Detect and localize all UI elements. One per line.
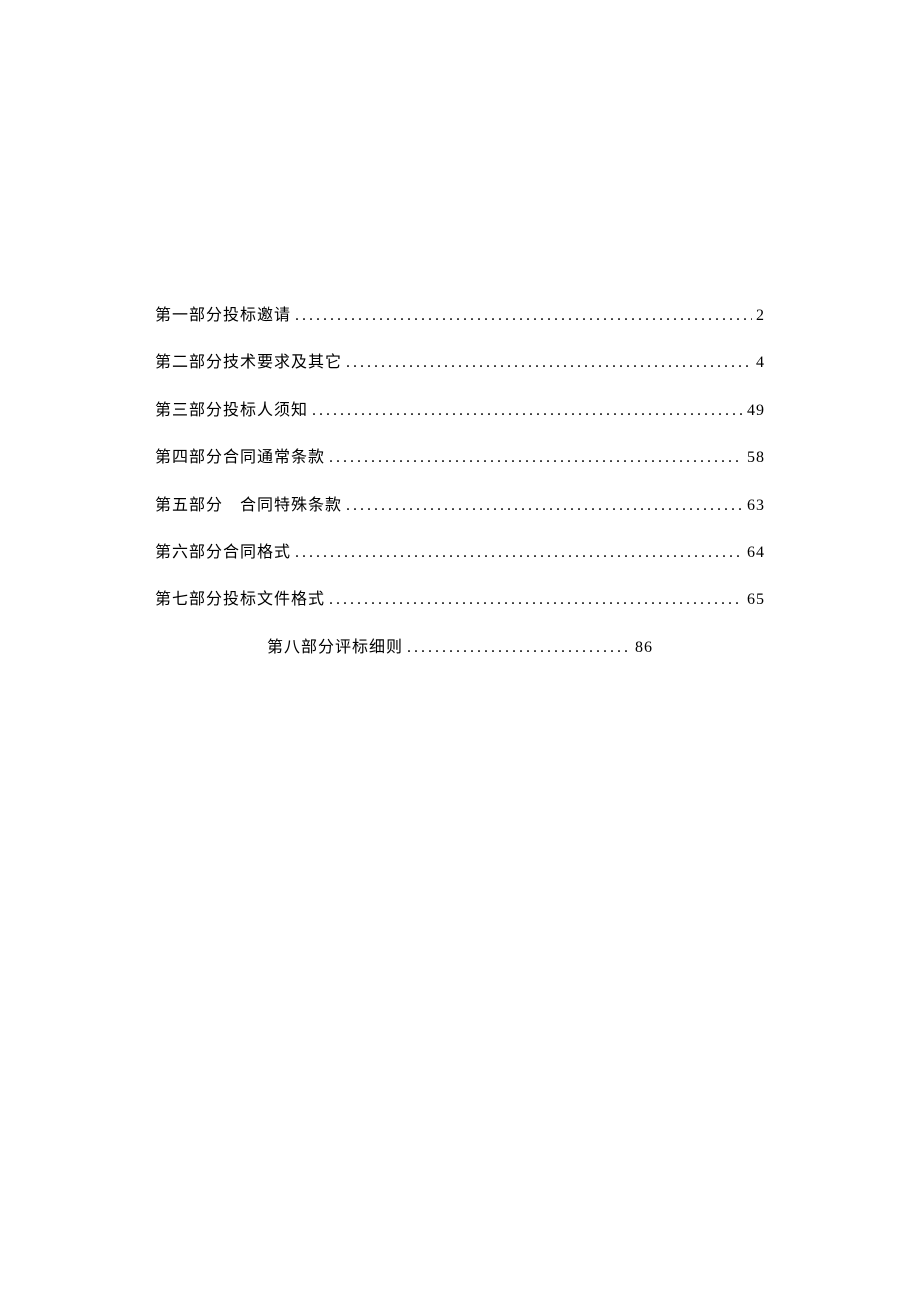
toc-leader <box>295 305 752 327</box>
toc-title: 第八部分评标细则 <box>267 637 403 659</box>
toc-leader <box>295 542 743 564</box>
table-of-contents: 第一部分投标邀请 2 第二部分技术要求及其它 4 第三部分投标人须知 49 第四… <box>155 305 765 659</box>
toc-title: 第五部分 合同特殊条款 <box>155 495 342 517</box>
toc-page: 63 <box>747 495 765 517</box>
toc-page: 86 <box>635 637 653 659</box>
toc-title: 第七部分投标文件格式 <box>155 589 325 611</box>
toc-leader <box>329 589 743 611</box>
toc-title: 第三部分投标人须知 <box>155 400 308 422</box>
toc-leader <box>312 400 743 422</box>
toc-leader <box>329 447 743 469</box>
toc-page: 2 <box>756 305 765 327</box>
toc-page: 64 <box>747 542 765 564</box>
toc-leader <box>346 495 743 517</box>
toc-title: 第四部分合同通常条款 <box>155 447 325 469</box>
toc-page: 49 <box>747 400 765 422</box>
toc-entry: 第四部分合同通常条款 58 <box>155 447 765 469</box>
toc-leader <box>407 637 631 659</box>
toc-entry: 第三部分投标人须知 49 <box>155 400 765 422</box>
toc-entry: 第一部分投标邀请 2 <box>155 305 765 327</box>
toc-title: 第六部分合同格式 <box>155 542 291 564</box>
toc-title: 第二部分技术要求及其它 <box>155 352 342 374</box>
toc-page: 65 <box>747 589 765 611</box>
toc-leader <box>346 352 752 374</box>
toc-page: 58 <box>747 447 765 469</box>
toc-entry: 第七部分投标文件格式 65 <box>155 589 765 611</box>
toc-page: 4 <box>756 352 765 374</box>
toc-entry-centered: 第八部分评标细则 86 <box>155 637 765 659</box>
toc-entry: 第五部分 合同特殊条款 63 <box>155 495 765 517</box>
toc-entry: 第六部分合同格式 64 <box>155 542 765 564</box>
toc-title: 第一部分投标邀请 <box>155 305 291 327</box>
toc-entry: 第二部分技术要求及其它 4 <box>155 352 765 374</box>
